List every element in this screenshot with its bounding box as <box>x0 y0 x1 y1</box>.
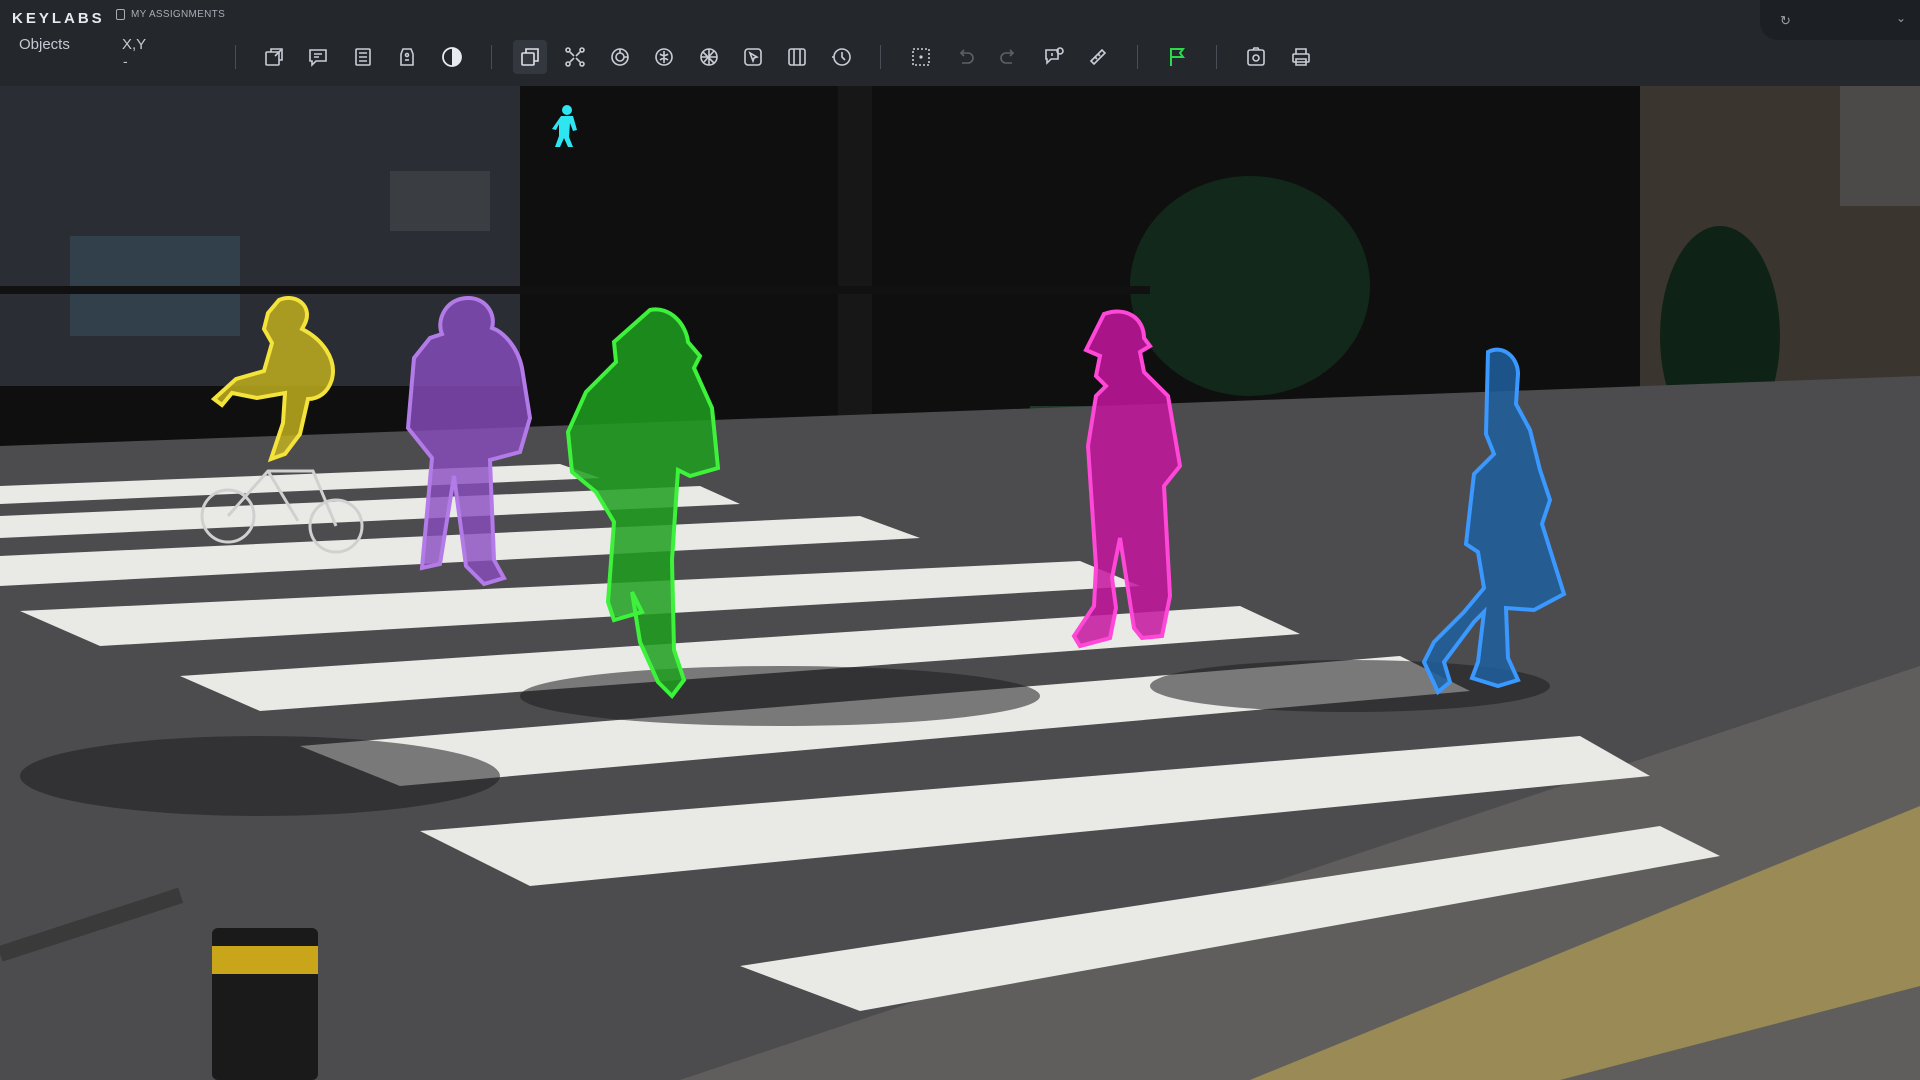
screenshot-icon <box>1247 47 1265 66</box>
grid-button[interactable] <box>780 40 814 74</box>
contrast-icon <box>442 47 462 67</box>
history-icon <box>832 48 851 66</box>
objects-label: Objects <box>19 36 70 53</box>
my-assignments-link[interactable]: MY ASSIGNMENTS <box>116 9 225 20</box>
undo-icon <box>959 49 974 64</box>
xy-value: - <box>123 53 128 69</box>
ruler-button[interactable] <box>1081 40 1115 74</box>
tag-button[interactable] <box>390 40 424 74</box>
chevron-down-icon[interactable]: ⌄ <box>1896 11 1906 25</box>
select-area-icon <box>912 48 930 66</box>
divider <box>880 45 881 69</box>
auto-segment-button[interactable] <box>603 40 637 74</box>
smart-brush-icon <box>655 48 673 66</box>
annotation-canvas[interactable] <box>0 86 1920 1080</box>
contrast-button[interactable] <box>435 40 469 74</box>
scene-image <box>0 86 1920 1080</box>
print-button[interactable] <box>1284 40 1318 74</box>
grid-icon <box>788 48 806 66</box>
divider <box>1216 45 1217 69</box>
document-icon <box>116 9 125 20</box>
flag-button[interactable] <box>1160 40 1194 74</box>
tag-icon <box>400 48 414 66</box>
smart-brush-button[interactable] <box>647 40 681 74</box>
export-icon <box>265 48 283 66</box>
comments-button[interactable] <box>301 40 335 74</box>
xy-label: X,Y <box>122 36 147 53</box>
select-area-button[interactable] <box>904 40 938 74</box>
cursor-box-button[interactable] <box>736 40 770 74</box>
sync-icon: ↻ <box>1780 13 1791 28</box>
cursor-box-icon <box>744 48 762 66</box>
copy-frame-button[interactable] <box>513 40 547 74</box>
keypoints-button[interactable] <box>558 40 592 74</box>
export-button[interactable] <box>257 40 291 74</box>
user-menu[interactable]: ↻ ⌄ <box>1760 0 1920 40</box>
mask-button[interactable] <box>692 40 726 74</box>
list-button[interactable] <box>346 40 380 74</box>
screenshot-button[interactable] <box>1239 40 1273 74</box>
app-logo: KEYLABS <box>12 10 105 27</box>
my-assignments-label: MY ASSIGNMENTS <box>131 9 226 20</box>
list-icon <box>355 48 371 66</box>
divider <box>235 45 236 69</box>
top-toolbar: KEYLABS MY ASSIGNMENTS Objects X,Y - ↻ ⌄ <box>0 0 1920 86</box>
history-button[interactable] <box>825 40 859 74</box>
redo-button[interactable] <box>992 40 1026 74</box>
issue-button[interactable] <box>1037 40 1071 74</box>
divider <box>491 45 492 69</box>
divider <box>1137 45 1138 69</box>
keypoints-icon <box>565 47 585 67</box>
copy-frame-icon <box>521 48 539 66</box>
comments-icon <box>309 49 327 67</box>
ruler-icon <box>1089 48 1107 66</box>
undo-button[interactable] <box>948 40 982 74</box>
issue-icon <box>1045 47 1064 65</box>
mask-icon <box>700 48 718 66</box>
auto-segment-icon <box>611 48 629 66</box>
print-icon <box>1292 48 1310 66</box>
redo-icon <box>1000 49 1015 64</box>
flag-icon <box>1170 48 1185 66</box>
